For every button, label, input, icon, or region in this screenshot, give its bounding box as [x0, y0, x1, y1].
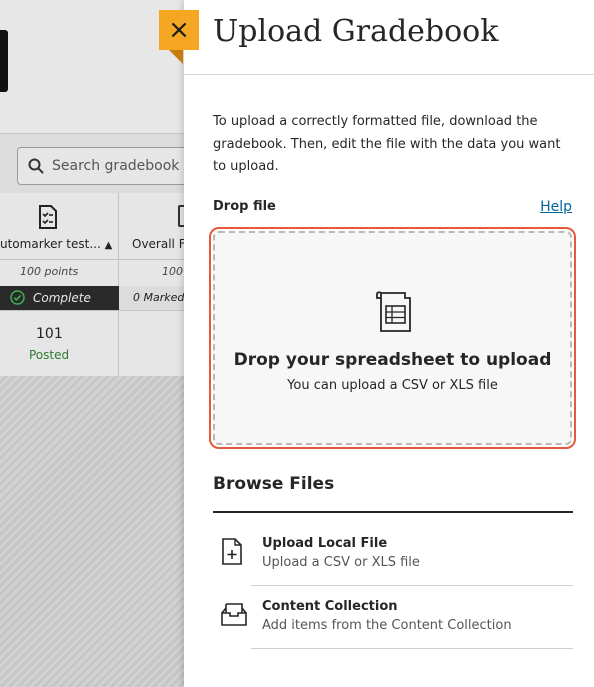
grade-cell-status: Posted: [29, 348, 70, 362]
drop-file-label: Drop file: [213, 199, 276, 214]
content-collection-button[interactable]: Content Collection Add items from the Co…: [213, 587, 573, 649]
column-header-automarker[interactable]: utomarker test... ▲︎: [0, 237, 112, 251]
background-nav-handle: [0, 30, 8, 92]
status-text: Complete: [33, 290, 91, 305]
row-divider: [0, 310, 184, 311]
grade-cell-score[interactable]: 101: [36, 326, 63, 342]
dropzone-title: Drop your spreadsheet to upload: [233, 350, 552, 370]
column-name: utomarker test...: [0, 237, 101, 251]
checklist-icon: [39, 205, 57, 229]
option-divider: [251, 648, 573, 649]
option-title: Upload Local File: [262, 536, 388, 551]
upload-gradebook-panel: Upload Gradebook To upload a correctly f…: [184, 0, 594, 687]
spreadsheet-icon: [376, 291, 411, 332]
gradebook-table: [0, 193, 184, 376]
close-button-tab: [169, 50, 183, 64]
empty-area-pattern: [0, 376, 184, 687]
column-points: 100 points: [20, 265, 79, 278]
background-divider: [0, 133, 184, 134]
search-gradebook-input[interactable]: Search gradebook: [17, 147, 184, 185]
column-name: Overall F: [132, 237, 184, 251]
status-complete: Complete: [10, 290, 91, 305]
browse-divider: [213, 511, 573, 513]
search-icon: [28, 158, 44, 174]
option-subtitle: Add items from the Content Collection: [262, 618, 512, 633]
column-points: 100: [162, 265, 183, 278]
help-link[interactable]: Help: [540, 199, 572, 215]
panel-title: Upload Gradebook: [213, 14, 499, 49]
browse-files-heading: Browse Files: [213, 474, 335, 494]
intro-text: To upload a correctly formatted file, do…: [213, 114, 561, 174]
close-button[interactable]: ×: [159, 10, 199, 50]
close-icon: ×: [168, 15, 190, 45]
option-divider: [251, 585, 573, 586]
file-add-icon: [222, 538, 242, 565]
status-text: 0 Marked: [133, 291, 184, 304]
inbox-tray-icon: [221, 603, 247, 626]
column-header-overall[interactable]: Overall F: [132, 237, 184, 251]
sort-icon: ▲︎: [104, 240, 113, 251]
file-dropzone[interactable]: Drop your spreadsheet to upload You can …: [209, 227, 576, 449]
column-divider: [118, 193, 119, 376]
dropzone-inner: Drop your spreadsheet to upload You can …: [213, 231, 572, 445]
status-marked: 0 Marked: [133, 291, 184, 304]
upload-local-file-button[interactable]: Upload Local File Upload a CSV or XLS fi…: [213, 524, 573, 586]
row-divider: [0, 259, 184, 260]
search-placeholder: Search gradebook: [52, 158, 180, 174]
background-header: [0, 0, 184, 134]
check-circle-icon: [10, 290, 25, 305]
dropzone-subtitle: You can upload a CSV or XLS file: [287, 378, 498, 393]
option-subtitle: Upload a CSV or XLS file: [262, 555, 420, 570]
option-title: Content Collection: [262, 599, 398, 614]
panel-divider: [184, 74, 594, 75]
gradebook-background: Search gradebook utomarker test... ▲︎ Ov…: [0, 0, 184, 687]
